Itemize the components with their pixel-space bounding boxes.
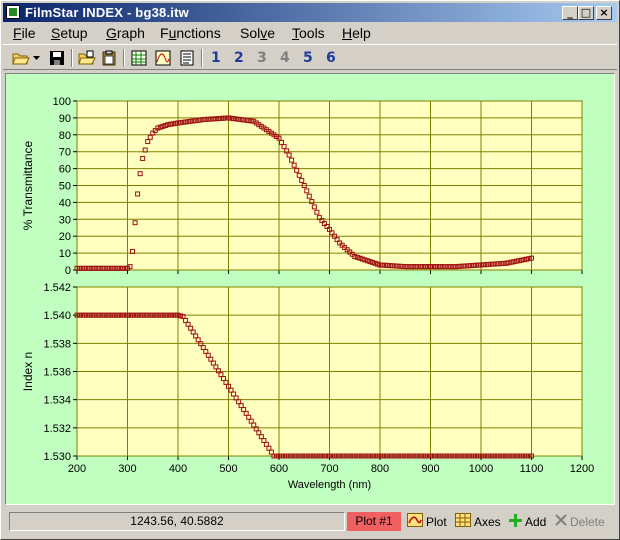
y-tick-label: 40 — [59, 197, 71, 209]
app-window: FilmStar INDEX - bg38.itw _ □ × File Set… — [0, 0, 620, 540]
close-button[interactable]: × — [596, 6, 612, 20]
x-tick-label: 400 — [169, 463, 187, 475]
plot-icon — [407, 513, 423, 530]
plot-1-button[interactable]: 1 — [211, 50, 221, 66]
menu-solve[interactable]: Solve — [240, 25, 275, 41]
delete-button[interactable]: Delete — [555, 512, 605, 531]
x-tick-label: 1000 — [469, 463, 493, 475]
status-bar: 1243.56, 40.5882 Plot #1 Plot Axes Add D… — [3, 507, 617, 537]
x-tick-label: 700 — [320, 463, 338, 475]
x-tick-label: 1200 — [570, 463, 594, 475]
toolbar-separator — [71, 49, 73, 67]
axes-icon — [455, 513, 471, 530]
y-tick-label: 100 — [53, 96, 71, 108]
x-axis-label: Wavelength (nm) — [288, 479, 371, 491]
graph-area[interactable]: 0 10 20 30 40 50 60 70 80 90 100 % Transmittance 1.5… — [5, 73, 615, 505]
axes-button[interactable]: Axes — [455, 512, 501, 531]
title-bar[interactable]: FilmStar INDEX - bg38.itw _ □ × — [3, 3, 617, 22]
table-icon[interactable] — [129, 48, 149, 68]
y-axis-label: Index n — [21, 352, 35, 391]
y-tick-label: 80 — [59, 130, 71, 142]
y-axis-label: % Transmittance — [21, 140, 35, 230]
toolbar-separator — [123, 49, 125, 67]
plus-icon — [509, 513, 522, 530]
plot-4-button[interactable]: 4 — [280, 50, 290, 66]
y-tick-label: 1.532 — [43, 423, 71, 435]
save-icon[interactable] — [47, 48, 67, 68]
x-tick-label: 200 — [68, 463, 86, 475]
plot-button[interactable]: Plot — [407, 512, 447, 531]
y-tick-label: 1.540 — [43, 310, 71, 322]
x-tick-label: 900 — [421, 463, 439, 475]
y-tick-label: 0 — [65, 265, 71, 277]
plot-6-button[interactable]: 6 — [326, 50, 336, 66]
menu-graph[interactable]: Graph — [106, 25, 145, 41]
add-button[interactable]: Add — [509, 512, 546, 531]
y-tick-label: 70 — [59, 147, 71, 159]
menu-bar: File Setup Graph Functions Solve Tools H… — [3, 23, 617, 42]
open-file-icon[interactable] — [77, 48, 97, 68]
plot-2-button[interactable]: 2 — [234, 50, 244, 66]
x-tick-label: 500 — [219, 463, 237, 475]
y-tick-label: 50 — [59, 181, 71, 193]
menu-help[interactable]: Help — [342, 25, 371, 41]
y-tick-label: 10 — [59, 248, 71, 260]
open-folder-icon[interactable] — [11, 48, 31, 68]
menu-setup[interactable]: Setup — [51, 25, 88, 41]
y-tick-label: 90 — [59, 113, 71, 125]
y-tick-label: 1.538 — [43, 338, 71, 350]
x-tick-label: 1100 — [520, 463, 544, 475]
plot-3-button[interactable]: 3 — [257, 50, 267, 66]
clipboard-icon[interactable] — [99, 48, 119, 68]
y-tick-label: 1.536 — [43, 367, 71, 379]
minimize-button[interactable]: _ — [562, 6, 578, 20]
y-tick-label: 1.534 — [43, 395, 71, 407]
x-tick-label: 800 — [371, 463, 389, 475]
menu-tools[interactable]: Tools — [292, 25, 325, 41]
plot-canvas[interactable]: 0 10 20 30 40 50 60 70 80 90 100 % Transmittance 1.5… — [6, 74, 614, 504]
menu-file[interactable]: File — [13, 25, 36, 41]
document-icon[interactable] — [177, 48, 197, 68]
y-tick-label: 60 — [59, 164, 71, 176]
menu-functions[interactable]: Functions — [160, 25, 221, 41]
y-tick-label: 20 — [59, 231, 71, 243]
x-tick-label: 300 — [118, 463, 136, 475]
plot-5-button[interactable]: 5 — [303, 50, 313, 66]
chart-icon[interactable] — [153, 48, 173, 68]
y-tick-label: 1.530 — [43, 451, 71, 463]
x-tick-label: 600 — [270, 463, 288, 475]
y-tick-label: 30 — [59, 214, 71, 226]
y-tick-label: 1.542 — [43, 282, 71, 294]
cursor-coordinates: 1243.56, 40.5882 — [9, 512, 345, 531]
dropdown-arrow-icon[interactable] — [31, 48, 41, 68]
delete-x-icon — [555, 514, 567, 529]
plot-number-badge: Plot #1 — [347, 512, 401, 531]
toolbar: 1 2 3 4 5 6 — [3, 44, 617, 70]
toolbar-separator — [201, 49, 203, 67]
window-title: FilmStar INDEX - bg38.itw — [25, 5, 189, 20]
app-icon[interactable] — [6, 5, 20, 19]
maximize-button[interactable]: □ — [578, 6, 594, 20]
